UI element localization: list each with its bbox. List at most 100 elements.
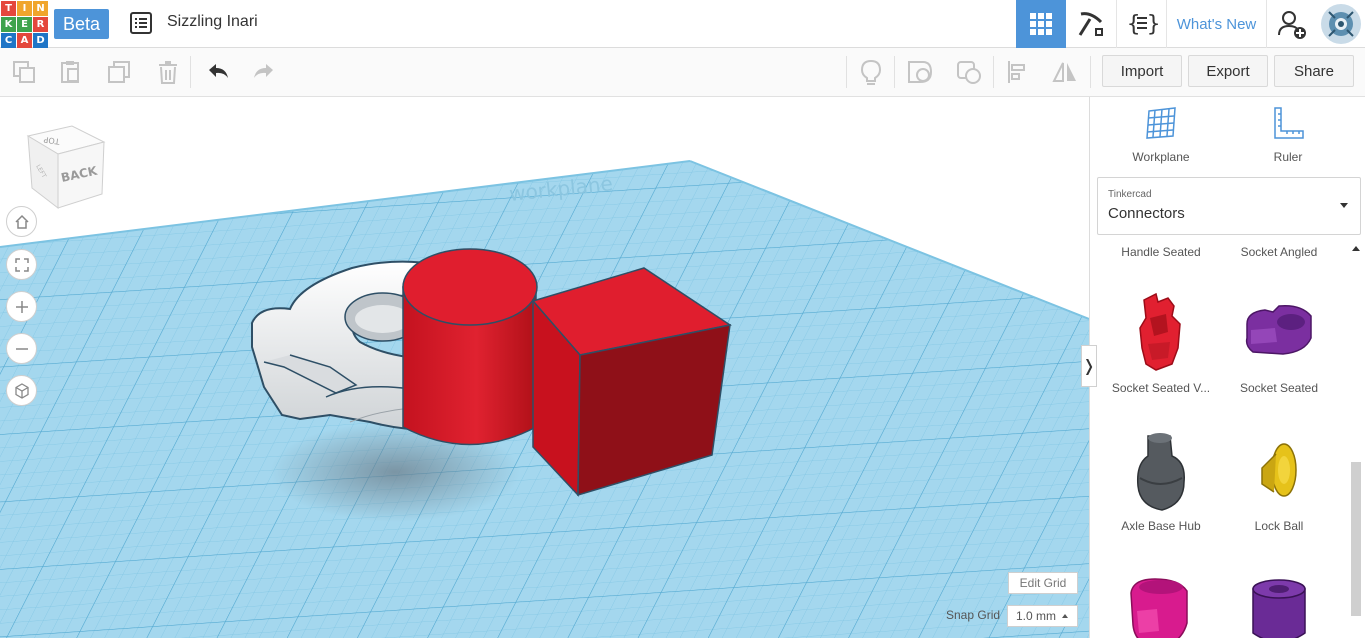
- magenta-socket-thumbnail: [1130, 578, 1188, 638]
- toolbar-divider: [190, 56, 191, 88]
- design-title[interactable]: Sizzling Inari: [167, 13, 258, 31]
- snap-grid-value: 1.0 mm: [1016, 609, 1057, 623]
- logo-letter: A: [17, 33, 32, 48]
- lock-ball-thumbnail: [1261, 443, 1297, 497]
- socket-seated-thumbnail: [1245, 304, 1312, 355]
- beta-badge[interactable]: Beta: [54, 9, 109, 39]
- caret-up-icon: [1062, 614, 1069, 618]
- redo-button[interactable]: [249, 57, 279, 87]
- logo-letter: K: [1, 17, 16, 32]
- ungroup-shapes-icon: [957, 61, 981, 84]
- plus-icon: [15, 300, 28, 313]
- axle-base-hub-thumbnail: [1136, 433, 1185, 511]
- shapes-sidebar: Workplane Ruler Tinkercad Connectors Han…: [1089, 97, 1365, 638]
- shape-label[interactable]: Handle Seated: [1102, 245, 1220, 259]
- export-button[interactable]: Export: [1188, 55, 1268, 87]
- logo-letter: R: [33, 17, 48, 32]
- logo-letter: C: [1, 33, 16, 48]
- logo-letter: I: [17, 1, 32, 16]
- workplane-tool-button[interactable]: Workplane: [1121, 105, 1201, 164]
- whats-new-link[interactable]: What's New: [1166, 0, 1266, 48]
- shape-tile[interactable]: [1102, 283, 1220, 383]
- sidebar-scrollbar[interactable]: [1351, 462, 1361, 616]
- toolbar-divider: [993, 56, 994, 88]
- shape-tile[interactable]: [1220, 561, 1338, 638]
- notes-button[interactable]: [856, 57, 886, 87]
- 3d-workspace[interactable]: workplane TOP BACK LEFT Edit Grid Snap G…: [0, 97, 1089, 638]
- duplicate-button[interactable]: [104, 57, 134, 87]
- logo-letter: N: [33, 1, 48, 16]
- shape-label[interactable]: Socket Seated V...: [1102, 381, 1220, 395]
- import-button[interactable]: Import: [1102, 55, 1182, 87]
- shape-label[interactable]: Axle Base Hub: [1102, 519, 1220, 533]
- cube-icon: [14, 382, 29, 399]
- add-user-button[interactable]: [1266, 0, 1316, 48]
- paste-icon: [61, 61, 79, 83]
- 3d-design-view-button[interactable]: [1016, 0, 1066, 48]
- share-button[interactable]: Share: [1274, 55, 1354, 87]
- workplane-canvas[interactable]: workplane: [0, 97, 1089, 638]
- avatar[interactable]: [1316, 0, 1365, 48]
- shape-label[interactable]: Socket Seated: [1220, 381, 1338, 395]
- copy-button[interactable]: [9, 57, 39, 87]
- snap-grid-select[interactable]: 1.0 mm: [1007, 605, 1078, 627]
- logo-letter: T: [1, 1, 16, 16]
- socket-seated-v-thumbnail: [1139, 292, 1181, 371]
- shape-tile[interactable]: [1102, 561, 1220, 638]
- code-blocks-icon: { }: [1127, 12, 1159, 37]
- toolbar-divider: [894, 56, 895, 88]
- shape-library-select[interactable]: Tinkercad Connectors: [1097, 177, 1361, 235]
- shape-label[interactable]: Socket Angled: [1220, 245, 1338, 259]
- design-menu-button[interactable]: [128, 10, 154, 36]
- zoom-in-button[interactable]: [6, 291, 37, 322]
- pickaxe-icon: [1078, 12, 1103, 36]
- fit-view-button[interactable]: [6, 249, 37, 280]
- logo-letter: E: [17, 17, 32, 32]
- redo-arrow-icon: [254, 64, 273, 78]
- view-cube[interactable]: TOP BACK LEFT: [22, 122, 112, 212]
- mirror-icon: [1052, 62, 1076, 82]
- edit-grid-button[interactable]: Edit Grid: [1008, 572, 1078, 594]
- edit-toolbar: Import Export Share: [0, 48, 1365, 97]
- caret-down-icon: [1340, 203, 1348, 208]
- lightbulb-icon: [860, 59, 882, 85]
- codeblocks-button[interactable]: { }: [1116, 0, 1166, 48]
- trash-icon: [159, 61, 177, 84]
- group-shapes-icon: [908, 61, 933, 83]
- svg-text:{: {: [1127, 12, 1140, 37]
- zoom-out-button[interactable]: [6, 333, 37, 364]
- shape-tile[interactable]: [1102, 423, 1220, 523]
- align-button[interactable]: [1003, 57, 1033, 87]
- logo-letter: D: [33, 33, 48, 48]
- svg-text:}: }: [1147, 12, 1159, 37]
- shape-grid: Handle Seated Socket Angled Socket Seate…: [1090, 243, 1352, 638]
- collapse-sidebar-button[interactable]: ❭: [1081, 345, 1097, 387]
- home-view-button[interactable]: [6, 206, 37, 237]
- minecraft-view-button[interactable]: [1066, 0, 1116, 48]
- shape-tile[interactable]: [1220, 283, 1338, 383]
- avatar-robot-icon: [1320, 4, 1361, 44]
- ruler-tool-button[interactable]: Ruler: [1248, 105, 1328, 164]
- undo-button[interactable]: [203, 57, 233, 87]
- tinkercad-logo[interactable]: T I N K E R C A D: [0, 0, 48, 48]
- home-icon: [14, 214, 29, 229]
- red-cylinder-shape[interactable]: [402, 248, 538, 446]
- paste-button[interactable]: [55, 57, 85, 87]
- purple-axle-thumbnail: [1252, 579, 1306, 638]
- ruler-icon: [1274, 107, 1304, 139]
- group-button[interactable]: [905, 57, 935, 87]
- 3d-design-grid-icon: [1030, 13, 1052, 35]
- scroll-up-arrow-icon[interactable]: [1352, 246, 1360, 251]
- workplane-label: Workplane: [1132, 150, 1190, 164]
- shape-label[interactable]: Lock Ball: [1220, 519, 1338, 533]
- delete-button[interactable]: [153, 57, 183, 87]
- mirror-button[interactable]: [1050, 57, 1080, 87]
- perspective-toggle-button[interactable]: [6, 375, 37, 406]
- library-name: Connectors: [1108, 205, 1185, 222]
- library-provider: Tinkercad: [1108, 189, 1152, 200]
- shape-tile[interactable]: [1220, 423, 1338, 523]
- ungroup-button[interactable]: [954, 57, 984, 87]
- toolbar-divider: [846, 56, 847, 88]
- snap-grid-label: Snap Grid: [946, 608, 1001, 622]
- list-icon: [130, 12, 152, 34]
